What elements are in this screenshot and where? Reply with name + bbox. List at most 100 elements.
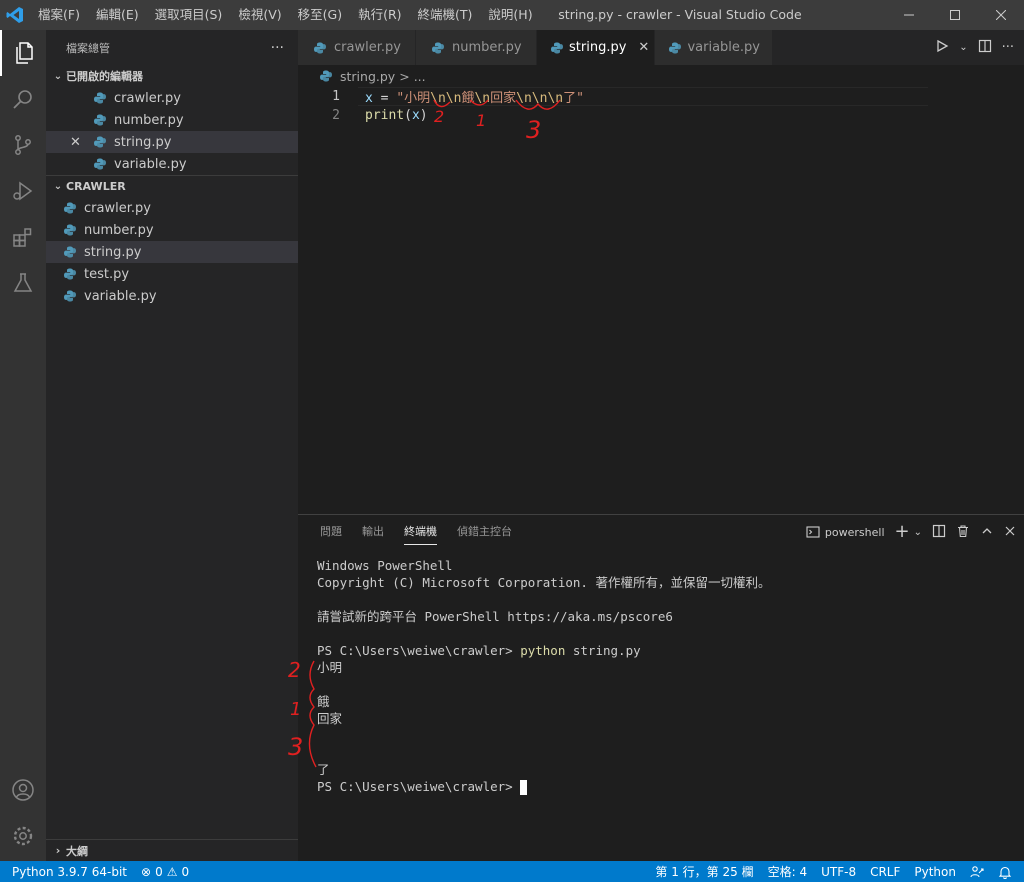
split-terminal-button[interactable] — [932, 524, 946, 541]
close-icon — [996, 10, 1006, 20]
close-icon — [1005, 526, 1015, 535]
open-editor-item[interactable]: variable.py — [46, 153, 298, 175]
open-editors-section[interactable]: ⌄ 已開啟的編輯器 — [46, 65, 298, 87]
tab-variable[interactable]: variable.py — [655, 30, 773, 65]
chevron-down-icon: ⌄ — [53, 181, 63, 192]
folder-section[interactable]: ⌄ CRAWLER — [46, 175, 298, 197]
indentation[interactable]: 空格: 4 — [761, 863, 815, 880]
new-terminal-button[interactable]: + — [895, 523, 910, 541]
menu-go[interactable]: 移至(G) — [290, 0, 350, 30]
menu-help[interactable]: 說明(H) — [480, 0, 540, 30]
terminal-cursor — [520, 780, 528, 795]
terminal-command-line: PS C:\Users\weiwe\crawler> python string… — [317, 642, 770, 659]
feedback-icon — [970, 865, 984, 877]
split-editor-button[interactable] — [978, 39, 992, 57]
python-file-icon — [62, 222, 78, 238]
chevron-down-icon[interactable]: ⌄ — [914, 527, 922, 538]
encoding[interactable]: UTF-8 — [814, 865, 863, 879]
run-debug-button[interactable] — [0, 168, 46, 214]
python-file-icon — [92, 90, 108, 106]
file-tree-item[interactable]: variable.py — [46, 285, 298, 307]
source-control-icon — [15, 135, 31, 155]
breadcrumb-file[interactable]: string.py — [340, 69, 395, 84]
menu-file[interactable]: 檔案(F) — [30, 0, 88, 30]
python-file-icon — [62, 266, 78, 282]
menu-view[interactable]: 檢視(V) — [230, 0, 289, 30]
more-actions-button[interactable]: ··· — [271, 40, 284, 56]
tab-number[interactable]: number.py — [416, 30, 537, 65]
close-window-button[interactable] — [978, 0, 1024, 30]
close-icon[interactable]: ✕ — [638, 40, 649, 55]
terminal-args: string.py — [565, 643, 641, 658]
tab-problems[interactable]: 問題 — [310, 515, 352, 549]
menu-edit[interactable]: 編輯(E) — [88, 0, 147, 30]
accounts-button[interactable] — [0, 767, 46, 813]
menu-selection[interactable]: 選取項目(S) — [147, 0, 231, 30]
problems-status[interactable]: ⊗ 0 ⚠ 0 — [134, 865, 196, 879]
open-editors-label: 已開啟的編輯器 — [66, 70, 143, 83]
sidebar-header: 檔案總管 ··· — [46, 30, 298, 65]
terminal-selector[interactable]: powershell — [806, 525, 885, 539]
line-number: 2 — [332, 108, 340, 123]
maximize-button[interactable] — [932, 0, 978, 30]
minimize-button[interactable] — [886, 0, 932, 30]
breadcrumb: string.py > ... — [298, 65, 1024, 87]
python-file-icon — [92, 156, 108, 172]
python-file-icon — [669, 40, 682, 56]
run-file-button[interactable] — [935, 39, 949, 57]
explorer-button[interactable] — [0, 30, 46, 76]
flask-icon — [13, 273, 33, 292]
open-editor-item[interactable]: crawler.py — [46, 87, 298, 109]
file-tree-item[interactable]: test.py — [46, 263, 298, 285]
code-editor[interactable]: 1 x = "小明\n\n餓\n回家\n\n\n了" 2 print(x) — [298, 87, 1024, 512]
outline-section[interactable]: › 大綱 — [46, 839, 298, 861]
testing-button[interactable] — [0, 260, 46, 306]
more-actions-button[interactable]: ··· — [1002, 40, 1014, 55]
terminal-icon — [806, 526, 820, 538]
extensions-button[interactable] — [0, 214, 46, 260]
terminal-output[interactable]: Windows PowerShell Copyright (C) Microso… — [317, 557, 770, 795]
feedback-button[interactable] — [963, 865, 991, 879]
python-interpreter[interactable]: Python 3.9.7 64-bit — [0, 865, 134, 879]
panel-actions: powershell + ⌄ — [806, 515, 1016, 549]
close-icon[interactable]: ✕ — [70, 135, 81, 150]
menu-terminal[interactable]: 終端機(T) — [410, 0, 481, 30]
outline-label: 大綱 — [66, 844, 88, 858]
code-line-2[interactable]: 2 print(x) — [298, 106, 1024, 125]
trash-icon — [958, 524, 968, 537]
search-button[interactable] — [0, 76, 46, 122]
menu-run[interactable]: 執行(R) — [350, 0, 409, 30]
python-file-icon — [62, 288, 78, 304]
file-name: crawler.py — [114, 90, 181, 106]
maximize-panel-button[interactable] — [980, 524, 994, 541]
tab-output[interactable]: 輸出 — [352, 515, 394, 549]
status-bar-right: 第 1 行，第 25 欄 空格: 4 UTF-8 CRLF Python — [648, 861, 1024, 882]
run-dropdown-button[interactable]: ⌄ — [959, 42, 967, 53]
tab-debug-console[interactable]: 偵錯主控台 — [447, 515, 522, 549]
breadcrumb-symbol[interactable]: ... — [414, 69, 426, 84]
vscode-logo-icon — [0, 0, 30, 30]
terminal-prompt: PS C:\Users\weiwe\crawler> — [317, 643, 521, 658]
token-paren: ) — [419, 108, 428, 123]
file-tree-item[interactable]: number.py — [46, 219, 298, 241]
file-tree-item[interactable]: crawler.py — [46, 197, 298, 219]
close-panel-button[interactable] — [1004, 525, 1016, 540]
kill-terminal-button[interactable] — [956, 524, 970, 541]
tab-crawler[interactable]: crawler.py — [298, 30, 416, 65]
python-file-icon — [92, 134, 108, 150]
tab-terminal[interactable]: 終端機 — [394, 515, 447, 549]
tab-label: crawler.py — [334, 40, 401, 55]
terminal-output-line: 回家 — [317, 711, 343, 726]
cursor-position[interactable]: 第 1 行，第 25 欄 — [648, 863, 760, 880]
end-of-line[interactable]: CRLF — [863, 865, 907, 879]
terminal-line: Windows PowerShell — [317, 558, 453, 573]
file-tree-item-active[interactable]: string.py — [46, 241, 298, 263]
tab-string[interactable]: string.py ✕ — [537, 30, 655, 65]
open-editor-item-active[interactable]: ✕ string.py — [46, 131, 298, 153]
source-control-button[interactable] — [0, 122, 46, 168]
notifications-button[interactable] — [991, 865, 1024, 879]
open-editor-item[interactable]: number.py — [46, 109, 298, 131]
manage-button[interactable] — [0, 813, 46, 859]
language-mode[interactable]: Python — [907, 865, 963, 879]
